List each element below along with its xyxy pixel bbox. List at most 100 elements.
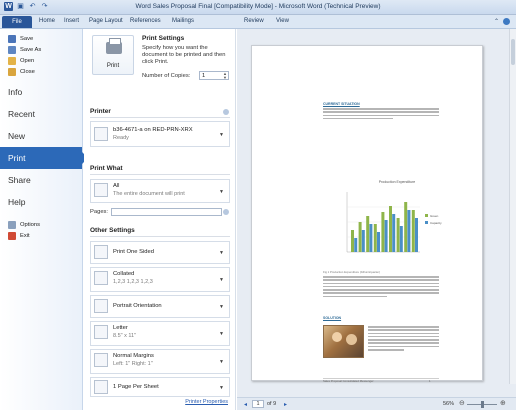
nav-open[interactable]: Open xyxy=(0,55,82,66)
preview-chart-bar xyxy=(351,230,354,252)
copies-input[interactable]: 1 ▲ ▼ xyxy=(199,71,229,80)
printer-info-icon[interactable] xyxy=(223,109,229,115)
sided-dropdown[interactable]: Print One Sided ▼ xyxy=(90,241,230,264)
paper-value: Letter xyxy=(113,325,128,331)
ribbon-tabs: File Home Insert Page Layout References … xyxy=(0,15,516,29)
nav-close[interactable]: Close xyxy=(0,66,82,77)
pages-input[interactable] xyxy=(111,208,222,216)
tab-view[interactable]: View xyxy=(276,18,289,24)
chevron-down-icon: ▼ xyxy=(219,304,224,310)
nav-save-as[interactable]: Save As xyxy=(0,44,82,55)
other-settings-section-title: Other Settings xyxy=(90,227,135,234)
tab-mailings[interactable]: Mailings xyxy=(172,18,194,24)
zoom-out-icon[interactable]: ⊖ xyxy=(459,400,465,408)
nav-share[interactable]: Share xyxy=(0,169,82,191)
collation-dropdown[interactable]: Collated 1,2,3 1,2,3 1,2,3 ▼ xyxy=(90,267,230,292)
nav-print[interactable]: Print xyxy=(0,147,88,169)
chevron-down-icon: ▼ xyxy=(219,189,224,195)
preview-chart-bar xyxy=(381,212,385,252)
preview-chart: Green Capacity xyxy=(332,186,448,268)
preview-paragraph xyxy=(323,276,439,299)
per-sheet-value: 1 Page Per Sheet xyxy=(113,384,159,390)
current-page-input[interactable]: 1 xyxy=(252,400,264,408)
preview-page: CURRENT SITUATION Production Expenditure… xyxy=(251,45,483,383)
printer-icon xyxy=(106,38,122,54)
nav-new[interactable]: New xyxy=(0,125,82,147)
preview-footer-page: 1 xyxy=(429,379,431,383)
collated-desc: 1,2,3 1,2,3 1,2,3 xyxy=(113,279,153,285)
printer-status: Ready xyxy=(113,135,129,141)
preview-chart-caption: Fig 1 Production Expenditure (bill/unit/… xyxy=(323,270,381,274)
nav-help[interactable]: Help xyxy=(0,191,82,213)
collated-icon xyxy=(94,271,108,285)
nav-recent[interactable]: Recent xyxy=(0,103,82,125)
tab-insert[interactable]: Insert xyxy=(64,18,79,24)
print-what-dropdown[interactable]: All The entire document will print ▼ xyxy=(90,179,230,203)
preview-paragraph xyxy=(323,108,439,121)
close-folder-icon xyxy=(8,67,16,76)
nav-exit[interactable]: Exit xyxy=(0,230,82,241)
nav-close-label: Close xyxy=(20,68,35,75)
nav-options[interactable]: Options xyxy=(0,219,82,230)
print-preview: CURRENT SITUATION Production Expenditure… xyxy=(237,29,516,410)
tab-references[interactable]: References xyxy=(130,18,161,24)
preview-chart-bar xyxy=(411,210,415,252)
print-settings-title: Print Settings xyxy=(142,35,185,42)
page-count: of 9 xyxy=(267,401,277,407)
preview-chart-bar xyxy=(358,222,362,252)
options-icon xyxy=(8,220,16,229)
print-settings-panel: Print Print Settings Specify how you wan… xyxy=(84,29,236,410)
save-as-icon xyxy=(8,45,16,54)
print-button-label: Print xyxy=(106,63,120,69)
collated-value: Collated xyxy=(113,271,135,277)
print-block: Print Print Settings Specify how you wan… xyxy=(88,33,232,95)
nav-info[interactable]: Info xyxy=(0,81,82,103)
help-icon[interactable] xyxy=(503,18,510,25)
nav-save[interactable]: Save xyxy=(0,33,82,44)
preview-chart-bar xyxy=(396,218,400,252)
window-title: Word Sales Proposal Final [Compatibility… xyxy=(135,3,381,10)
orientation-value: Portrait Orientation xyxy=(113,303,162,309)
pages-info-icon[interactable] xyxy=(223,209,229,215)
margins-desc: Left: 1" Right: 1" xyxy=(113,361,153,367)
zoom-in-icon[interactable]: ⊕ xyxy=(500,400,506,408)
tab-page-layout[interactable]: Page Layout xyxy=(89,18,123,24)
margins-dropdown[interactable]: Normal Margins Left: 1" Right: 1" ▼ xyxy=(90,349,230,374)
preview-chart-bar xyxy=(392,214,396,252)
prev-page-icon[interactable]: ◂ xyxy=(244,401,247,408)
save-icon xyxy=(8,34,16,43)
print-button[interactable]: Print xyxy=(92,35,134,75)
preview-heading-solution: SOLUTION xyxy=(323,316,342,320)
printer-dropdown[interactable]: b36-4671-a on RED-PRN-XRX Ready ▼ xyxy=(90,121,230,147)
tab-file[interactable]: File xyxy=(2,16,32,28)
nav-save-as-label: Save As xyxy=(20,46,42,53)
pages-per-sheet-dropdown[interactable]: 1 Page Per Sheet ▼ xyxy=(90,377,230,397)
printer-section-title: Printer xyxy=(90,108,111,115)
divider xyxy=(90,174,230,175)
zoom-level[interactable]: 56% xyxy=(443,401,454,407)
printer-properties-link[interactable]: Printer Properties xyxy=(84,399,228,405)
divider xyxy=(90,236,230,237)
minimize-ribbon-icon[interactable]: ⌃ xyxy=(494,18,499,25)
next-page-icon[interactable]: ▸ xyxy=(284,401,287,408)
printer-name: b36-4671-a on RED-PRN-XRX xyxy=(113,127,193,133)
zoom-slider-handle[interactable] xyxy=(481,401,484,408)
paper-size-dropdown[interactable]: Letter 8.5" x 11" ▼ xyxy=(90,321,230,346)
backstage-nav: Save Save As Open Close Info Recent New … xyxy=(0,29,88,410)
preview-status-bar: ◂ 1 of 9 ▸ 56% ⊖ ⊕ xyxy=(237,397,516,410)
preview-chart-bar xyxy=(369,224,373,252)
preview-heading-current-situation: CURRENT SITUATION xyxy=(323,102,360,106)
divider xyxy=(90,117,230,118)
tab-home[interactable]: Home xyxy=(39,18,55,24)
copies-label: Number of Copies: xyxy=(142,73,191,79)
tab-review[interactable]: Review xyxy=(244,18,264,24)
preview-scrollbar[interactable] xyxy=(509,29,516,384)
preview-chart-bar xyxy=(361,230,365,252)
one-sided-icon xyxy=(94,245,108,259)
scrollbar-thumb[interactable] xyxy=(511,39,515,65)
nav-options-label: Options xyxy=(20,221,40,228)
legend-item-0: Green xyxy=(430,214,439,218)
orientation-dropdown[interactable]: Portrait Orientation ▼ xyxy=(90,295,230,318)
copies-spinner-icon[interactable]: ▲ ▼ xyxy=(223,72,227,80)
preview-photo xyxy=(323,325,364,358)
